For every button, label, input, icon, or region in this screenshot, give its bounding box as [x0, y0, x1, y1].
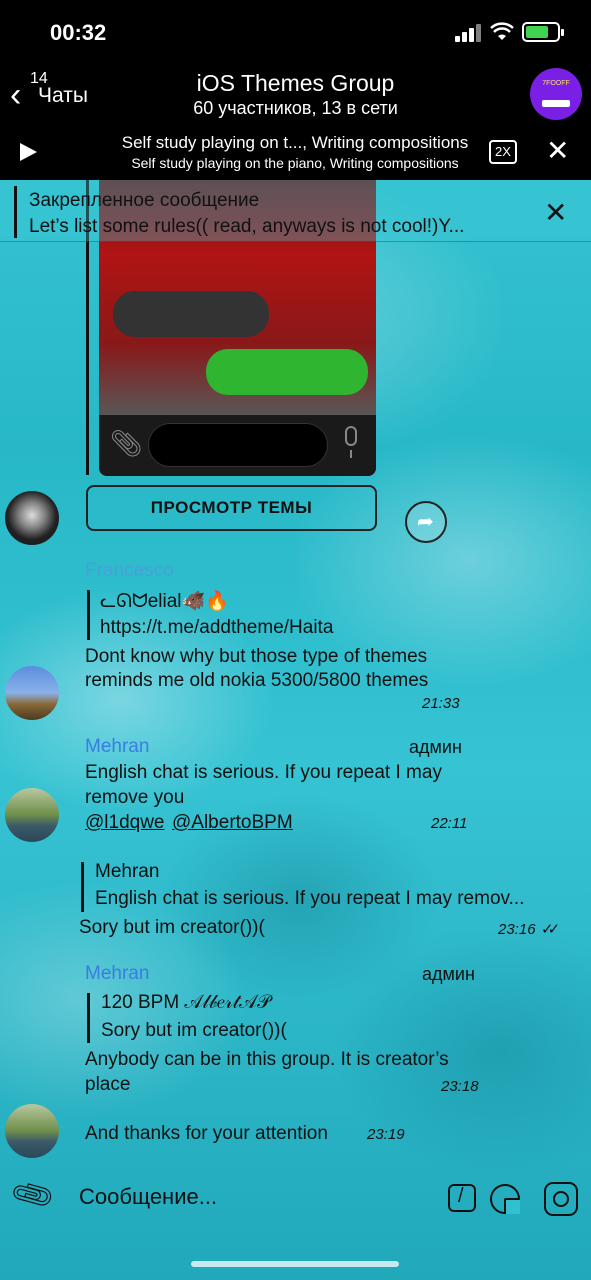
- mention-link[interactable]: @l1dqwe: [85, 812, 165, 834]
- player-track-title[interactable]: Self study playing on t..., Writing comp…: [100, 133, 490, 153]
- pinned-indicator: [14, 186, 17, 238]
- commands-icon[interactable]: /: [448, 1184, 476, 1212]
- avatar[interactable]: [5, 491, 59, 545]
- share-button[interactable]: ➦: [405, 501, 447, 543]
- message-text: And thanks for your attention: [85, 1123, 328, 1144]
- playback-speed-button[interactable]: 2X: [489, 140, 517, 164]
- reply-quote-bar: [87, 590, 90, 640]
- message-time: 23:18: [441, 1078, 479, 1095]
- battery-icon: [522, 22, 564, 42]
- reply-text[interactable]: Sory but im creator())(: [101, 1020, 287, 1042]
- group-avatar-badge: [542, 100, 570, 107]
- admin-badge: админ: [422, 964, 475, 984]
- avatar[interactable]: [5, 1104, 59, 1158]
- player-track-subtitle: Self study playing on the piano, Writing…: [131, 155, 459, 171]
- message-time: 22:11: [431, 815, 468, 832]
- message-time: 23:16: [498, 921, 536, 938]
- preview-outgoing-bubble: [206, 349, 368, 395]
- pinned-text: Let’s list some rules(( read, anyways is…: [29, 216, 465, 237]
- message-text: remove you: [85, 787, 185, 808]
- avatar[interactable]: [5, 666, 59, 720]
- reply-author: ᓚᘏᗢelial🐗🔥: [100, 591, 229, 612]
- message-text: Sory but im creator())(: [79, 917, 265, 938]
- sticker-icon[interactable]: [490, 1184, 520, 1214]
- group-avatar[interactable]: 7FOOFF: [530, 68, 582, 120]
- reply-quote-bar: [81, 862, 84, 912]
- status-time: 00:32: [50, 20, 107, 45]
- home-indicator: [191, 1261, 399, 1267]
- close-icon[interactable]: ✕: [544, 198, 567, 228]
- message-time: 23:19: [367, 1126, 405, 1143]
- pinned-title: Закрепленное сообщение: [29, 190, 260, 211]
- group-avatar-text: 7FOOFF: [542, 80, 570, 87]
- view-theme-button[interactable]: ПРОСМОТР ТЕМЫ: [86, 485, 377, 531]
- preview-microphone-icon: [341, 426, 361, 460]
- chat-subtitle: 60 участников, 13 в сети: [193, 98, 398, 118]
- message-text: English chat is serious. If you repeat I…: [85, 762, 442, 783]
- message-time: 21:33: [422, 695, 460, 712]
- cellular-signal-icon: [455, 24, 483, 42]
- chat-title[interactable]: iOS Themes Group: [0, 70, 591, 97]
- reply-text[interactable]: https://t.me/addtheme/Haita: [100, 617, 333, 639]
- preview-paperclip-icon: 📎︎: [110, 428, 144, 458]
- avatar[interactable]: [5, 788, 59, 842]
- message-text: Dont know why but those type of themes: [85, 646, 428, 667]
- forward-arrow-icon: ➦: [417, 511, 434, 533]
- message-text: place: [85, 1074, 131, 1095]
- mention-link[interactable]: @AlbertoBPM: [172, 812, 293, 834]
- message-input[interactable]: Сообщение...: [79, 1184, 217, 1210]
- message-sender[interactable]: Mehran: [85, 736, 149, 758]
- read-checkmarks-icon: ✓✓: [541, 921, 560, 938]
- message-sender[interactable]: Francesco: [85, 560, 174, 582]
- reply-quote-bar: [87, 993, 90, 1043]
- preview-incoming-bubble: [113, 291, 269, 337]
- message-text: reminds me old nokia 5300/5800 themes: [85, 670, 429, 691]
- reply-author: 120 BPM 𝒜𝓁𝒷𝑒𝓇𝓉𝒜𝒫: [101, 992, 271, 1013]
- wifi-icon: [490, 22, 514, 42]
- reply-author: Mehran: [95, 861, 160, 882]
- close-icon[interactable]: ✕: [546, 136, 569, 166]
- message-sender[interactable]: Mehran: [85, 963, 149, 985]
- admin-badge: админ: [409, 737, 462, 757]
- play-icon[interactable]: [20, 143, 37, 161]
- preview-input-field: [148, 423, 328, 467]
- camera-icon[interactable]: [544, 1182, 578, 1216]
- reply-text[interactable]: English chat is serious. If you repeat I…: [95, 888, 565, 910]
- message-text: Anybody can be in this group. It is crea…: [85, 1049, 449, 1070]
